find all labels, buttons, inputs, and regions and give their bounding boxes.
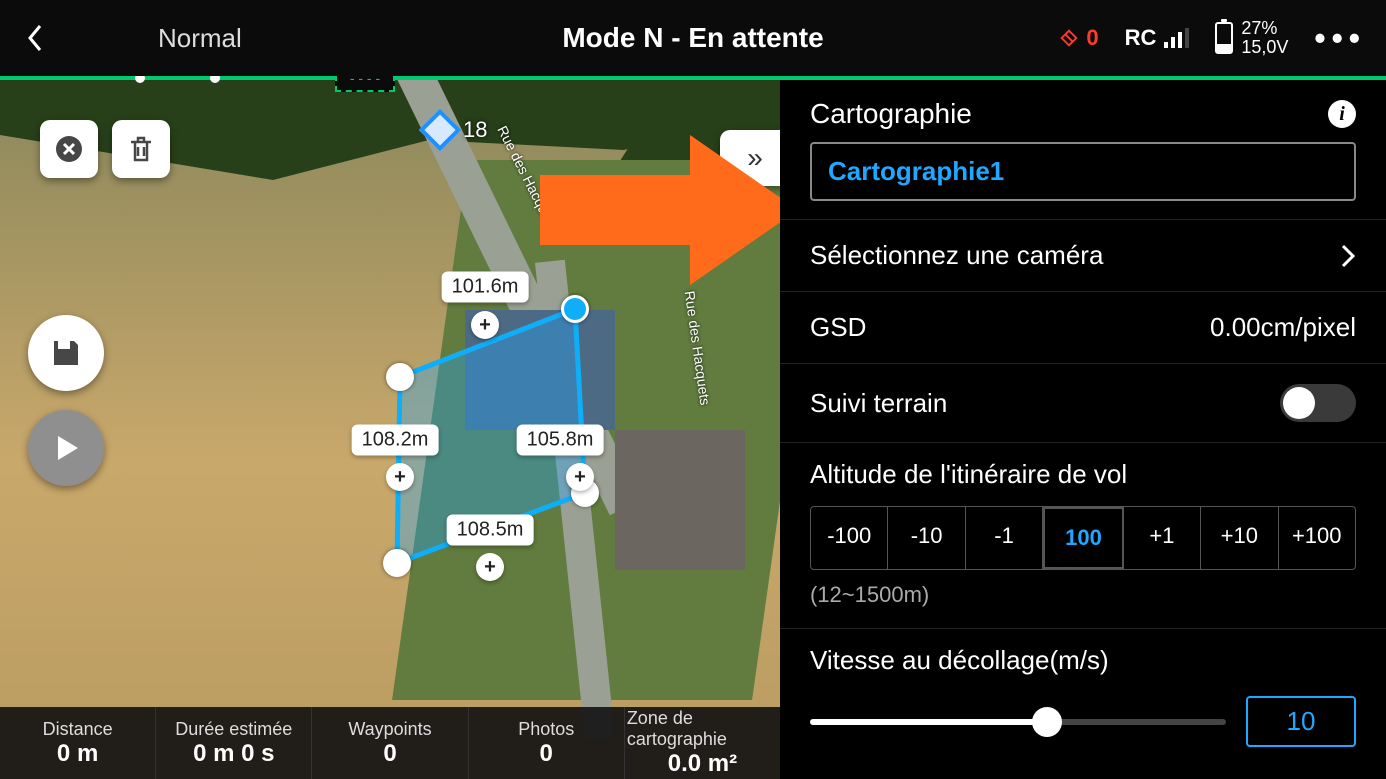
rc-signal[interactable]: RC	[1125, 25, 1190, 51]
altitude-plus-1[interactable]: +1	[1124, 507, 1201, 569]
delete-button[interactable]	[112, 120, 170, 178]
chevron-left-icon	[25, 23, 45, 53]
polygon-vertex-handle[interactable]	[386, 363, 414, 391]
stat-value: 0 m 0 s	[193, 740, 274, 768]
waypoint-diamond-icon	[419, 109, 461, 151]
cancel-button[interactable]	[40, 120, 98, 178]
mission-name-field[interactable]	[810, 142, 1356, 201]
flight-mode-pill[interactable]: Normal	[120, 17, 280, 60]
satellite-status[interactable]: 0	[1058, 25, 1098, 51]
section-label: Altitude de l'itinéraire de vol	[810, 459, 1356, 490]
close-icon	[54, 134, 84, 164]
altitude-plus-100[interactable]: +100	[1279, 507, 1355, 569]
row-label: GSD	[810, 312, 866, 343]
camera-select-row[interactable]: Sélectionnez une caméra	[780, 219, 1386, 291]
play-icon	[52, 433, 80, 463]
altitude-value[interactable]: 100	[1043, 507, 1123, 569]
stat-label: Waypoints	[348, 719, 431, 740]
panel-header: Cartographie i	[780, 80, 1386, 142]
add-vertex-button[interactable]: +	[386, 463, 414, 491]
trash-icon	[127, 134, 155, 164]
mission-name-input[interactable]	[810, 142, 1356, 201]
satellite-icon	[1058, 27, 1080, 49]
stat-value: 0 m	[57, 740, 98, 768]
battery-icon	[1215, 22, 1233, 54]
battery-percent: 27%	[1241, 19, 1288, 38]
add-vertex-button[interactable]: +	[471, 311, 499, 339]
stat-distance: Distance 0 m	[0, 707, 156, 779]
polygon-vertex-handle[interactable]	[383, 549, 411, 577]
stat-value: 0.0 m²	[668, 750, 737, 778]
edge-length-label: 108.5m	[447, 515, 534, 546]
annotation-arrow	[540, 130, 800, 290]
altitude-range-hint: (12~1500m)	[810, 582, 1356, 608]
back-button[interactable]	[20, 23, 50, 53]
altitude-plus-10[interactable]: +10	[1201, 507, 1278, 569]
info-button[interactable]: i	[1328, 100, 1356, 128]
stat-duration: Durée estimée 0 m 0 s	[156, 707, 312, 779]
stat-label: Durée estimée	[175, 719, 292, 740]
battery-voltage: 15,0V	[1241, 38, 1288, 57]
signal-bars-icon	[1164, 28, 1189, 48]
map-building	[615, 430, 745, 570]
stat-label: Distance	[43, 719, 113, 740]
stat-area: Zone de cartographie 0.0 m²	[625, 707, 780, 779]
altitude-stepper: -100 -10 -1 100 +1 +10 +100	[810, 506, 1356, 570]
terrain-follow-row: Suivi terrain	[780, 363, 1386, 442]
mission-timeline[interactable]: - - - -	[0, 76, 1386, 80]
edge-length-label: 108.2m	[352, 425, 439, 456]
waypoint-marker[interactable]: 18	[425, 115, 487, 145]
save-icon	[49, 336, 83, 370]
altitude-minus-1[interactable]: -1	[966, 507, 1043, 569]
waypoint-number: 18	[463, 117, 487, 143]
start-mission-button[interactable]	[28, 410, 104, 486]
save-button[interactable]	[28, 315, 104, 391]
stat-value: 0	[383, 740, 396, 768]
add-vertex-button[interactable]: +	[476, 553, 504, 581]
stat-label: Zone de cartographie	[627, 708, 778, 750]
row-label: Suivi terrain	[810, 388, 947, 419]
gsd-row: GSD 0.00cm/pixel	[780, 291, 1386, 363]
edge-length-label: 105.8m	[517, 425, 604, 456]
status-right: 0 RC 27% 15,0V •••	[1058, 19, 1366, 57]
takeoff-speed-section: Vitesse au décollage(m/s) 10	[780, 628, 1386, 777]
add-vertex-button[interactable]: +	[566, 463, 594, 491]
terrain-follow-toggle[interactable]	[1280, 384, 1356, 422]
takeoff-speed-value[interactable]: 10	[1246, 696, 1356, 747]
stat-photos: Photos 0	[469, 707, 625, 779]
battery-status[interactable]: 27% 15,0V	[1215, 19, 1288, 57]
top-bar: Normal Mode N - En attente 0 RC 27% 15,0…	[0, 0, 1386, 76]
rc-label: RC	[1125, 25, 1157, 51]
section-label: Vitesse au décollage(m/s)	[810, 645, 1356, 676]
survey-polygon[interactable]: 101.6m + 108.2m + 105.8m + 108.5m +	[385, 295, 597, 557]
row-label: Sélectionnez une caméra	[810, 240, 1103, 271]
altitude-minus-10[interactable]: -10	[888, 507, 965, 569]
satellite-count: 0	[1086, 25, 1098, 51]
more-menu-button[interactable]: •••	[1314, 20, 1366, 57]
chevron-right-icon	[1340, 243, 1356, 269]
gsd-value: 0.00cm/pixel	[1210, 312, 1356, 343]
altitude-section: Altitude de l'itinéraire de vol -100 -10…	[780, 442, 1386, 628]
altitude-minus-100[interactable]: -100	[811, 507, 888, 569]
stat-value: 0	[540, 740, 553, 768]
takeoff-speed-slider[interactable]	[810, 719, 1226, 725]
stat-waypoints: Waypoints 0	[312, 707, 468, 779]
stat-label: Photos	[518, 719, 574, 740]
settings-panel[interactable]: Cartographie i Sélectionnez une caméra G…	[780, 80, 1386, 779]
mission-stats-bar: Distance 0 m Durée estimée 0 m 0 s Waypo…	[0, 707, 780, 779]
panel-title: Cartographie	[810, 98, 972, 130]
polygon-vertex-handle[interactable]	[561, 295, 589, 323]
edge-length-label: 101.6m	[442, 272, 529, 303]
